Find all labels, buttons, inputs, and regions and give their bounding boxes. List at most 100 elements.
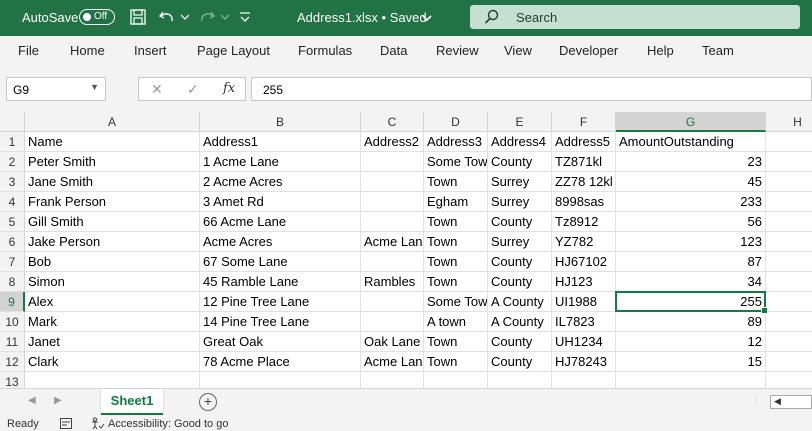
cell-c7[interactable] (361, 252, 424, 272)
cell-c10[interactable] (361, 312, 424, 332)
cell-d6[interactable]: Town (424, 232, 488, 252)
insert-function-icon[interactable]: fx (223, 81, 235, 96)
cell-b5[interactable]: 66 Acme Lane (200, 212, 361, 232)
cell-a11[interactable]: Janet (25, 332, 200, 352)
cell-a4[interactable]: Frank Person (25, 192, 200, 212)
cell-a7[interactable]: Bob (25, 252, 200, 272)
cell-g9[interactable]: 255 (616, 292, 766, 312)
cell-e12[interactable]: County (488, 352, 552, 372)
row-header-3[interactable]: 3 (0, 172, 25, 192)
add-sheet-icon[interactable]: + (199, 393, 217, 411)
menu-insert[interactable]: Insert (134, 43, 167, 58)
row-header-12[interactable]: 12 (0, 352, 25, 372)
row-header-5[interactable]: 5 (0, 212, 25, 232)
column-header-c[interactable]: C (361, 112, 424, 132)
menu-review[interactable]: Review (436, 43, 479, 58)
cell-b7[interactable]: 67 Some Lane (200, 252, 361, 272)
column-header-f[interactable]: F (552, 112, 616, 132)
cell-d4[interactable]: Egham (424, 192, 488, 212)
cell-d7[interactable]: Town (424, 252, 488, 272)
accessibility-icon[interactable] (91, 417, 105, 430)
cell-d12[interactable]: Town (424, 352, 488, 372)
cell-d11[interactable]: Town (424, 332, 488, 352)
cell-a10[interactable]: Mark (25, 312, 200, 332)
cell-f7[interactable]: HJ67102 (552, 252, 616, 272)
row-header-10[interactable]: 10 (0, 312, 25, 332)
cell-c9[interactable] (361, 292, 424, 312)
cell-b1[interactable]: Address1 (200, 132, 361, 152)
undo-dropdown-icon[interactable] (176, 8, 194, 26)
cell-f9[interactable]: UI1988 (552, 292, 616, 312)
row-header-13[interactable]: 13 (0, 372, 25, 388)
cell-b6[interactable]: Acme Acres (200, 232, 361, 252)
cell-e4[interactable]: Surrey (488, 192, 552, 212)
cell-e1[interactable]: Address4 (488, 132, 552, 152)
cell-f11[interactable]: UH1234 (552, 332, 616, 352)
cell-h10[interactable] (766, 312, 812, 332)
cell-f1[interactable]: Address5 (552, 132, 616, 152)
name-box[interactable]: G9 ▼ (6, 77, 106, 101)
cell-c1[interactable]: Address2 (361, 132, 424, 152)
menu-developer[interactable]: Developer (559, 43, 618, 58)
horizontal-scrollbar[interactable]: ◀ (770, 395, 812, 409)
cell-c6[interactable]: Acme Lane (361, 232, 424, 252)
cell-d1[interactable]: Address3 (424, 132, 488, 152)
cell-e3[interactable]: Surrey (488, 172, 552, 192)
menu-view[interactable]: View (504, 43, 532, 58)
column-header-b[interactable]: B (200, 112, 361, 132)
cell-h11[interactable] (766, 332, 812, 352)
cell-d13[interactable] (424, 372, 488, 388)
select-all-corner[interactable] (0, 112, 25, 132)
cell-h3[interactable] (766, 172, 812, 192)
row-header-7[interactable]: 7 (0, 252, 25, 272)
menu-page-layout[interactable]: Page Layout (197, 43, 270, 58)
cell-d8[interactable]: Town (424, 272, 488, 292)
search-box[interactable]: Search (470, 5, 800, 29)
enter-icon[interactable]: ✓ (187, 81, 199, 98)
cell-h2[interactable] (766, 152, 812, 172)
cell-f6[interactable]: YZ782 (552, 232, 616, 252)
cell-e11[interactable]: County (488, 332, 552, 352)
row-header-9[interactable]: 9 (0, 292, 25, 312)
cell-h6[interactable] (766, 232, 812, 252)
cell-f4[interactable]: 8998sas (552, 192, 616, 212)
cell-b10[interactable]: 14 Pine Tree Lane (200, 312, 361, 332)
cell-f10[interactable]: IL7823 (552, 312, 616, 332)
cell-h4[interactable] (766, 192, 812, 212)
next-sheet-icon[interactable]: ▶ (54, 395, 62, 406)
cell-g10[interactable]: 89 (616, 312, 766, 332)
cell-g13[interactable] (616, 372, 766, 388)
redo-icon[interactable] (198, 8, 216, 26)
cell-g3[interactable]: 45 (616, 172, 766, 192)
cell-c12[interactable]: Acme Lane (361, 352, 424, 372)
cell-e9[interactable]: A County (488, 292, 552, 312)
menu-help[interactable]: Help (647, 43, 674, 58)
scroll-left-icon[interactable]: ◀ (774, 396, 781, 407)
menu-file[interactable]: File (18, 43, 39, 58)
row-header-2[interactable]: 2 (0, 152, 25, 172)
cell-a9[interactable]: Alex (25, 292, 200, 312)
cell-c3[interactable] (361, 172, 424, 192)
save-icon[interactable] (129, 8, 147, 26)
cell-b9[interactable]: 12 Pine Tree Lane (200, 292, 361, 312)
cell-g2[interactable]: 23 (616, 152, 766, 172)
column-header-e[interactable]: E (488, 112, 552, 132)
menu-data[interactable]: Data (380, 43, 407, 58)
cell-a8[interactable]: Simon (25, 272, 200, 292)
cell-g7[interactable]: 87 (616, 252, 766, 272)
row-header-8[interactable]: 8 (0, 272, 25, 292)
cell-b3[interactable]: 2 Acme Acres (200, 172, 361, 192)
cell-h7[interactable] (766, 252, 812, 272)
row-header-6[interactable]: 6 (0, 232, 25, 252)
cell-f2[interactable]: TZ871kl (552, 152, 616, 172)
column-header-d[interactable]: D (424, 112, 488, 132)
cell-h12[interactable] (766, 352, 812, 372)
cell-b8[interactable]: 45 Ramble Lane (200, 272, 361, 292)
cell-e13[interactable] (488, 372, 552, 388)
cell-c11[interactable]: Oak Lane (361, 332, 424, 352)
formula-input[interactable]: 255 (251, 77, 812, 101)
cell-a1[interactable]: Name (25, 132, 200, 152)
cell-f12[interactable]: HJ78243 (552, 352, 616, 372)
cell-a6[interactable]: Jake Person (25, 232, 200, 252)
cell-h9[interactable] (766, 292, 812, 312)
